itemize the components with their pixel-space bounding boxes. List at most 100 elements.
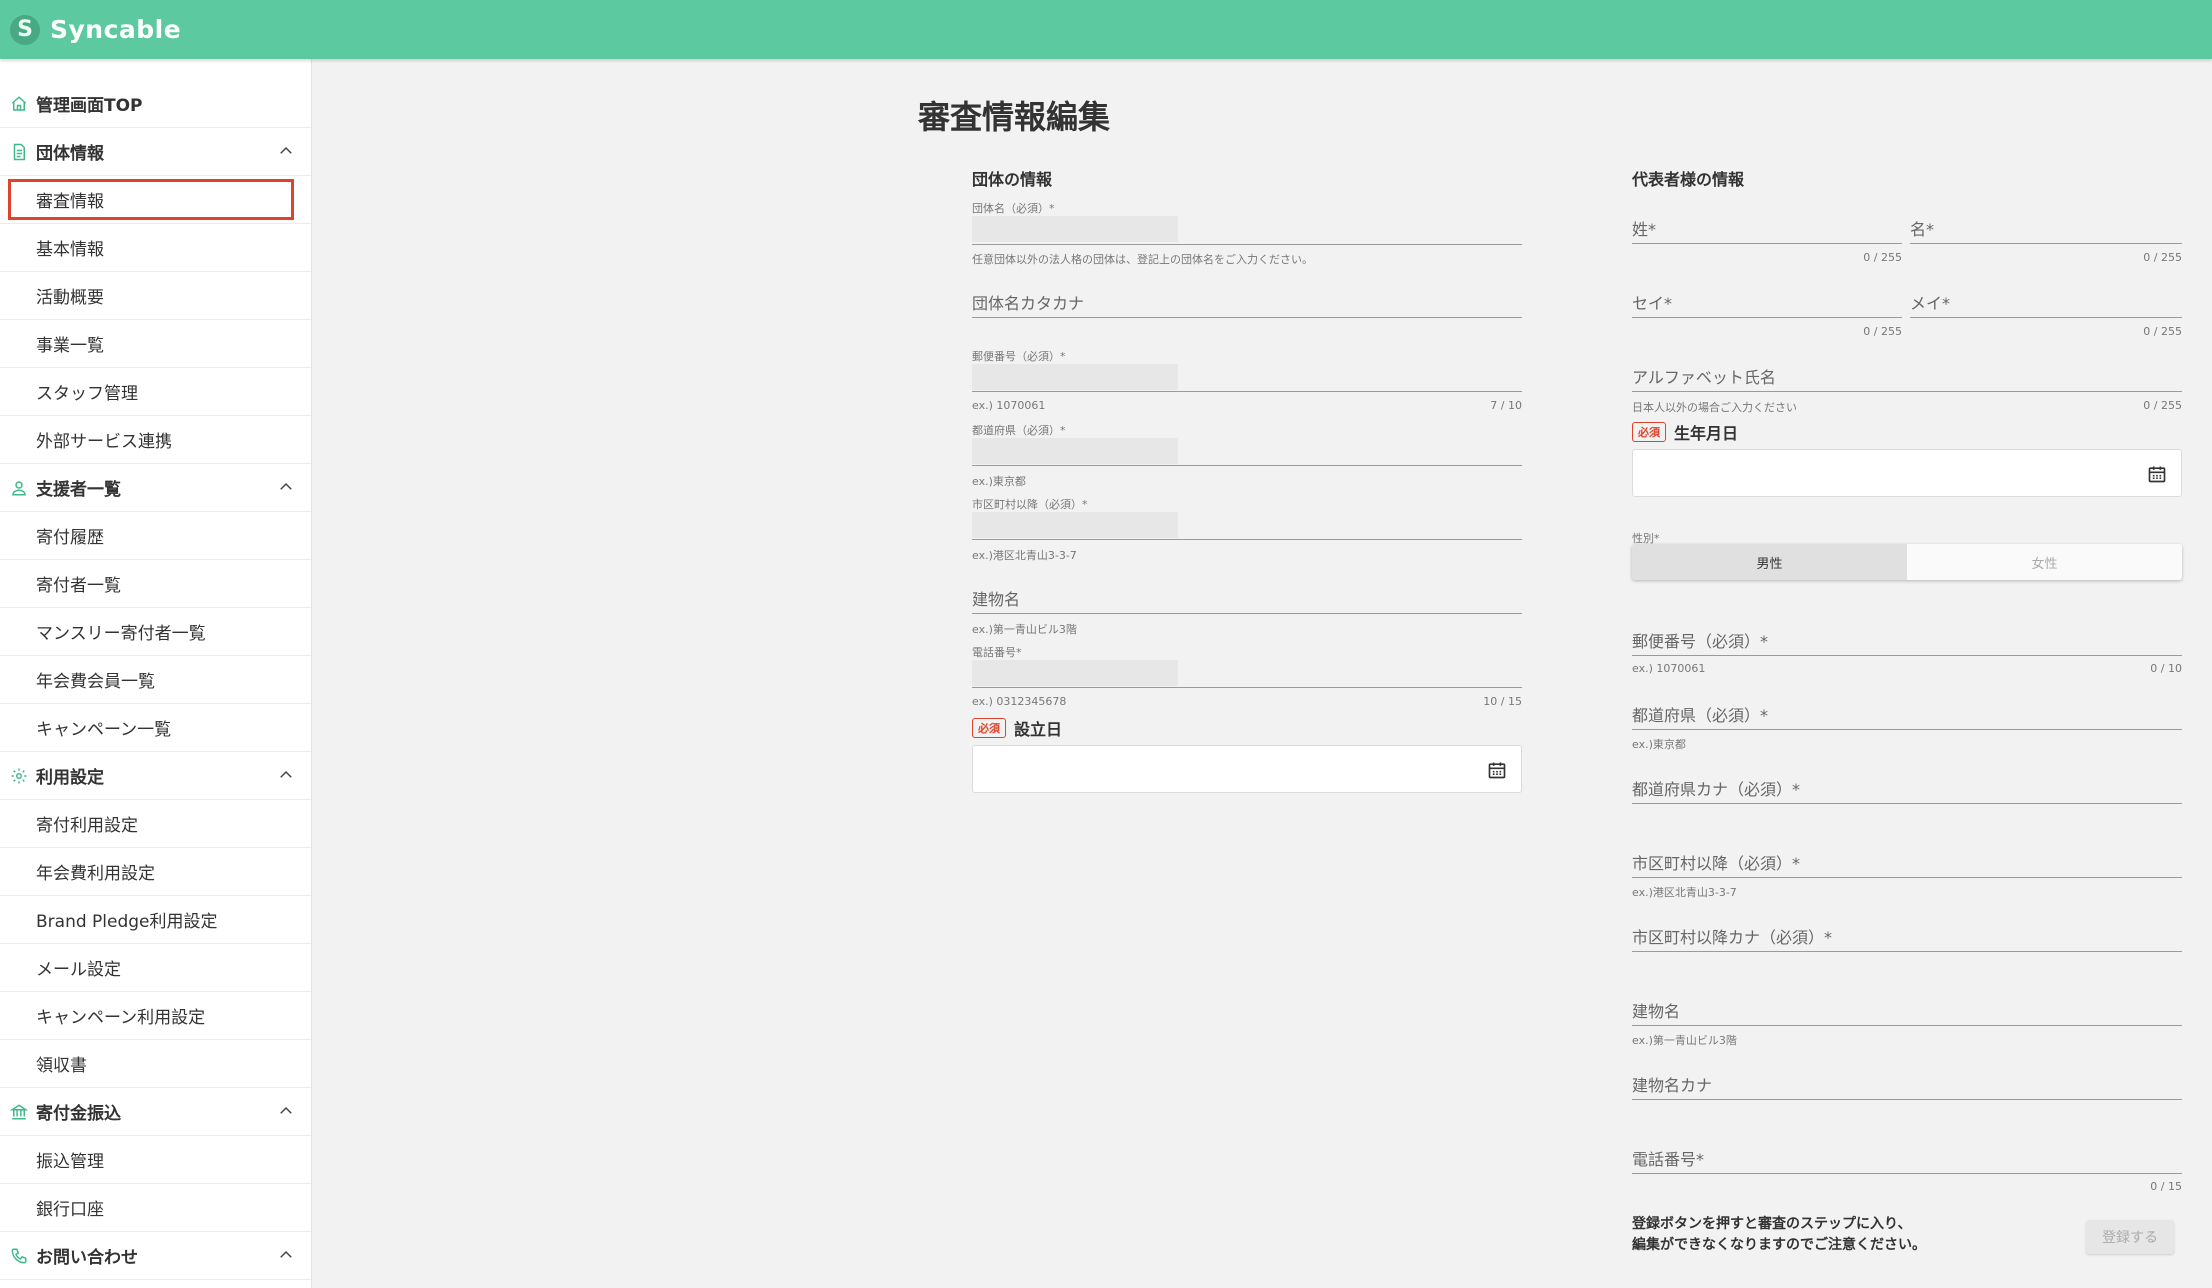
brand-name[interactable]: Syncable — [50, 15, 181, 44]
sidebar-item-label: 銀行口座 — [36, 1200, 104, 1220]
field-input-area[interactable] — [972, 216, 1178, 242]
rep-postal-field[interactable]: 郵便番号（必須）* — [1632, 626, 2182, 656]
rep-pref-kana-field[interactable]: 都道府県カナ（必須）* — [1632, 774, 2182, 804]
calendar-icon[interactable] — [1487, 760, 1507, 780]
sidebar-item-donation-settings[interactable]: 寄付利用設定 — [0, 800, 311, 848]
gender-male-button[interactable]: 男性 — [1632, 544, 1907, 580]
page-title: 審査情報編集 — [918, 98, 1111, 136]
sidebar-item-label: Brand Pledge利用設定 — [36, 912, 218, 932]
gender-female-button[interactable]: 女性 — [1907, 544, 2182, 580]
rep-first-name-counter: 0 / 255 — [2143, 251, 2182, 264]
sidebar-group-supporters[interactable]: 支援者一覧 — [0, 464, 311, 512]
field-label: 団体名（必須）* — [972, 202, 1055, 215]
field-underline — [972, 465, 1522, 466]
org-kana-field[interactable]: 団体名カタカナ — [972, 288, 1522, 318]
chevron-up-icon[interactable] — [277, 766, 295, 784]
submit-button[interactable]: 登録する — [2086, 1220, 2174, 1254]
sidebar-item-bank-account[interactable]: 銀行口座 — [0, 1184, 311, 1232]
org-city-field[interactable]: 市区町村以降（必須）* — [972, 494, 1522, 540]
sidebar-item-annual-fee-settings[interactable]: 年会費利用設定 — [0, 848, 311, 896]
gear-icon — [10, 767, 28, 785]
rep-building-kana-field[interactable]: 建物名カナ — [1632, 1070, 2182, 1100]
rep-city-field[interactable]: 市区町村以降（必須）* — [1632, 848, 2182, 878]
field-input-area[interactable] — [972, 512, 1178, 538]
rep-postal-counter: 0 / 10 — [2150, 662, 2182, 675]
org-pref-field[interactable]: 都道府県（必須）* — [972, 420, 1522, 466]
rep-first-kana-counter: 0 / 255 — [2143, 325, 2182, 338]
rep-phone-field[interactable]: 電話番号* — [1632, 1144, 2182, 1174]
org-founded-date-input[interactable] — [972, 745, 1522, 793]
sidebar-item-activity-overview[interactable]: 活動概要 — [0, 272, 311, 320]
submit-notice: 登録ボタンを押すと審査のステップに入り、 編集ができなくなりますのでご注意くださ… — [1632, 1214, 1926, 1256]
field-label: メイ* — [1910, 294, 1951, 313]
chevron-up-icon[interactable] — [277, 1246, 295, 1264]
rep-first-kana-field[interactable]: メイ* — [1910, 288, 2182, 318]
chevron-up-icon[interactable] — [277, 1102, 295, 1120]
sidebar-group-transfers[interactable]: 寄付金振込 — [0, 1088, 311, 1136]
rep-alpha-name-field[interactable]: アルファベット氏名 — [1632, 362, 2182, 392]
field-underline — [972, 687, 1522, 688]
sidebar-item-label: 振込管理 — [36, 1152, 104, 1172]
sidebar-item-transfer-management[interactable]: 振込管理 — [0, 1136, 311, 1184]
notice-line: 編集ができなくなりますのでご注意ください。 — [1632, 1237, 1926, 1253]
sidebar-item-mail-settings[interactable]: メール設定 — [0, 944, 311, 992]
sidebar-group-label: 利用設定 — [36, 768, 104, 788]
org-section-title: 団体の情報 — [972, 170, 1053, 189]
field-input-area[interactable] — [972, 660, 1178, 686]
sidebar-group-settings[interactable]: 利用設定 — [0, 752, 311, 800]
sidebar-item-receipts[interactable]: 領収書 — [0, 1040, 311, 1088]
sidebar-group-label: 団体情報 — [36, 144, 104, 164]
rep-building-field[interactable]: 建物名 — [1632, 996, 2182, 1026]
sidebar-group-contact[interactable]: お問い合わせ — [0, 1232, 311, 1280]
sidebar-item-projects[interactable]: 事業一覧 — [0, 320, 311, 368]
rep-birth-date-input[interactable] — [1632, 449, 2182, 497]
rep-pref-field[interactable]: 都道府県（必須）* — [1632, 700, 2182, 730]
field-input-area[interactable] — [972, 364, 1178, 390]
rep-birth-label: 必須 生年月日 — [1632, 420, 1738, 444]
sidebar-item-admin-top[interactable]: 管理画面TOP — [0, 80, 311, 128]
org-name-field[interactable]: 団体名（必須）* — [972, 198, 1522, 245]
sidebar-item-brand-pledge[interactable]: Brand Pledge利用設定 — [0, 896, 311, 944]
rep-last-name-field[interactable]: 姓* — [1632, 214, 1902, 244]
rep-first-name-field[interactable]: 名* — [1910, 214, 2182, 244]
field-label: 市区町村以降カナ（必須）* — [1632, 928, 1833, 947]
org-phone-field[interactable]: 電話番号* — [972, 642, 1522, 688]
sidebar-item-review-info[interactable]: 審査情報 — [0, 176, 311, 224]
rep-last-kana-counter: 0 / 255 — [1863, 325, 1902, 338]
sidebar-item-campaigns[interactable]: キャンペーン一覧 — [0, 704, 311, 752]
field-label: 郵便番号（必須）* — [1632, 632, 1769, 651]
field-label: 名* — [1910, 220, 1935, 239]
field-underline — [972, 391, 1522, 392]
chevron-up-icon[interactable] — [277, 478, 295, 496]
calendar-icon[interactable] — [2147, 464, 2167, 484]
sidebar-item-monthly-donors[interactable]: マンスリー寄付者一覧 — [0, 608, 311, 656]
sidebar-item-staff[interactable]: スタッフ管理 — [0, 368, 311, 416]
sidebar-group-label: 寄付金振込 — [36, 1104, 121, 1124]
sidebar-item-label: 寄付利用設定 — [36, 816, 138, 836]
required-badge: 必須 — [972, 718, 1006, 738]
sidebar: 管理画面TOP 団体情報 審査情報 基本情報 活動概要 事業一覧 スタッフ管理 … — [0, 59, 312, 1288]
field-input-area[interactable] — [972, 438, 1178, 464]
sidebar-item-label: キャンペーン利用設定 — [36, 1008, 206, 1028]
sidebar-item-donors[interactable]: 寄付者一覧 — [0, 560, 311, 608]
sidebar-item-donation-history[interactable]: 寄付履歴 — [0, 512, 311, 560]
org-building-field[interactable]: 建物名 — [972, 584, 1522, 614]
sidebar-item-basic-info[interactable]: 基本情報 — [0, 224, 311, 272]
chevron-up-icon[interactable] — [277, 142, 295, 160]
field-label: 姓* — [1632, 220, 1657, 239]
org-postal-counter: 7 / 10 — [1490, 399, 1522, 412]
rep-city-helper: ex.)港区北青山3-3-7 — [1632, 886, 1737, 899]
rep-city-kana-field[interactable]: 市区町村以降カナ（必須）* — [1632, 922, 2182, 952]
field-label: 都道府県（必須）* — [972, 424, 1066, 437]
field-label: 団体名カタカナ — [972, 294, 1085, 313]
org-postal-field[interactable]: 郵便番号（必須）* — [972, 346, 1522, 392]
sidebar-item-annual-members[interactable]: 年会費会員一覧 — [0, 656, 311, 704]
sidebar-group-organization[interactable]: 団体情報 — [0, 128, 311, 176]
sidebar-item-external-services[interactable]: 外部サービス連携 — [0, 416, 311, 464]
sidebar-item-campaign-settings[interactable]: キャンペーン利用設定 — [0, 992, 311, 1040]
field-label: セイ* — [1632, 294, 1673, 313]
field-underline — [1632, 1025, 2182, 1026]
rep-last-kana-field[interactable]: セイ* — [1632, 288, 1902, 318]
field-label: 生年月日 — [1674, 424, 1739, 443]
sidebar-item-label: キャンペーン一覧 — [36, 720, 172, 740]
